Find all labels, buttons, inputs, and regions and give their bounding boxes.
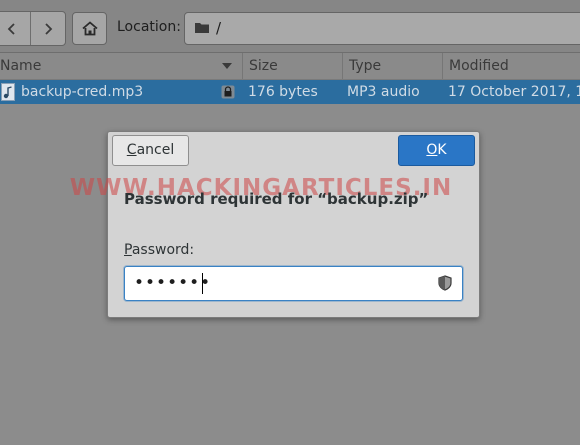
shield-icon: [438, 275, 452, 291]
cancel-button[interactable]: Cancel: [112, 135, 189, 166]
location-entry[interactable]: /: [184, 12, 580, 45]
sort-descending-icon: [222, 63, 232, 69]
cancel-button-label: Cancel: [126, 142, 175, 158]
ok-button[interactable]: OK: [398, 135, 475, 166]
column-header-name[interactable]: Name: [0, 53, 41, 79]
location-label: Location:: [117, 19, 181, 35]
file-name: backup-cred.mp3: [21, 84, 144, 100]
audio-file-icon: [1, 83, 15, 101]
column-header-modified[interactable]: Modified: [442, 53, 509, 79]
file-type: MP3 audio: [347, 84, 420, 100]
column-header-size[interactable]: Size: [242, 53, 278, 79]
password-dialog: Cancel OK WWW.HACKINGARTICLES.IN Passwor…: [70, 131, 480, 318]
lock-icon: [221, 85, 235, 99]
password-value: •••••••: [134, 273, 212, 293]
toolbar: Location: /: [0, 0, 580, 53]
back-button[interactable]: [0, 12, 30, 45]
file-size: 176 bytes: [248, 84, 318, 100]
forward-button[interactable]: [29, 12, 66, 45]
password-label: Password:: [124, 242, 195, 258]
file-row-selected[interactable]: backup-cred.mp3 176 bytes MP3 audio 17 O…: [0, 80, 580, 104]
ok-button-label: OK: [426, 142, 447, 158]
chevron-left-icon: [7, 22, 15, 35]
file-modified: 17 October 2017, 1…: [448, 84, 580, 100]
column-header-type[interactable]: Type: [342, 53, 381, 79]
dialog-title: Password required for “backup.zip”: [124, 190, 429, 208]
location-path: /: [216, 19, 222, 37]
text-cursor: [202, 273, 203, 294]
file-list-header: Name Size Type Modified: [0, 53, 580, 80]
navigation-buttons: [0, 11, 66, 46]
chevron-right-icon: [45, 22, 53, 35]
home-button[interactable]: [72, 12, 107, 45]
home-icon: [81, 21, 98, 36]
password-field[interactable]: •••••••: [124, 266, 463, 301]
folder-icon: [195, 23, 209, 33]
